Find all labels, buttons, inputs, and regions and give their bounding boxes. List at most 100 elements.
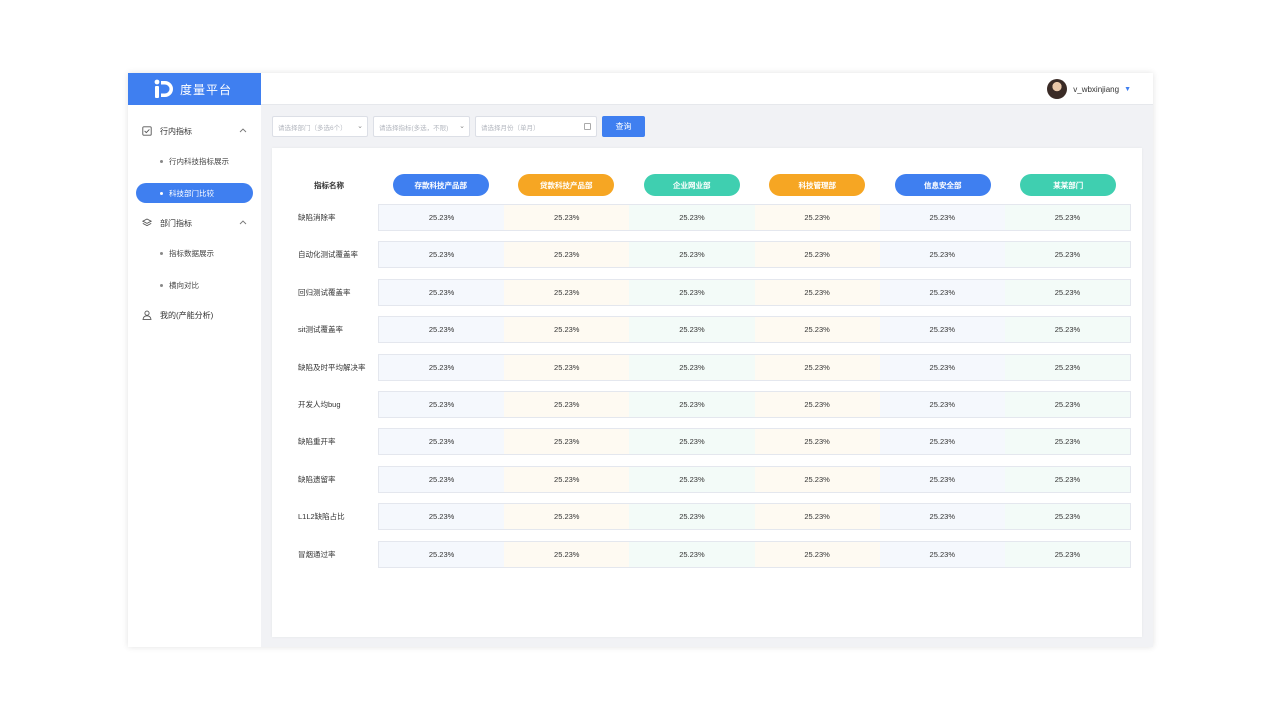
sidebar-item-inbank-tech-display[interactable]: 行内科技指标展示	[128, 145, 261, 177]
sidebar: 行内指标 行内科技指标展示 科技部门比较 部门指标 指标数据展示 横向对比 我的…	[128, 105, 261, 647]
nav-group-dept-indicators[interactable]: 部门指标	[128, 209, 261, 237]
sidebar-item-label: 指标数据展示	[169, 248, 214, 258]
table-row: 25.23% 25.23% 25.23% 25.23% 25.23% 25.23%	[378, 465, 1131, 493]
indicator-row-label: sit测试覆盖率	[298, 325, 343, 335]
indicator-row-label: 开发人均bug	[298, 400, 341, 409]
table-row: 25.23% 25.23% 25.23% 25.23% 25.23% 25.23%	[378, 278, 1131, 306]
sidebar-item-label: 科技部门比较	[169, 188, 214, 198]
query-button[interactable]: 查询	[602, 116, 645, 137]
table-cell: 25.23%	[1004, 504, 1131, 530]
department-header-pill: 存款科技产品部	[392, 174, 489, 196]
sidebar-item-tech-dept-compare[interactable]: 科技部门比较	[128, 177, 261, 209]
table-cell: 25.23%	[629, 392, 755, 417]
chevron-up-icon	[239, 126, 247, 135]
table-cell: 25.23%	[504, 242, 630, 268]
table-cell: 25.23%	[629, 317, 755, 343]
bullet-dot	[160, 191, 163, 195]
table-cell: 25.23%	[1004, 541, 1131, 567]
table-cell: 25.23%	[754, 317, 880, 343]
table-cell: 25.23%	[1004, 317, 1131, 343]
table-cell: 25.23%	[379, 317, 505, 343]
sidebar-item-indicator-data-display[interactable]: 指标数据展示	[128, 237, 261, 269]
user-menu[interactable]: v_wbxinjiang ▼	[1047, 79, 1131, 99]
sidebar-item-label: 行内科技指标展示	[169, 156, 229, 166]
nav-group-inbank-indicators[interactable]: 行内指标	[128, 117, 261, 145]
table-cell: 25.23%	[504, 504, 630, 530]
table-cell: 25.23%	[629, 504, 755, 530]
chevron-up-icon	[239, 218, 247, 227]
table-row: 25.23% 25.23% 25.23% 25.23% 25.23% 25.23%	[378, 241, 1131, 269]
table-cell: 25.23%	[879, 429, 1005, 455]
calendar-icon	[584, 123, 591, 130]
indicator-placeholder: 请选择指标(多选，不限)	[379, 124, 449, 132]
table-cell: 25.23%	[754, 279, 880, 305]
table-cell: 25.23%	[1004, 466, 1131, 492]
indicator-name-header: 指标名称	[314, 181, 344, 190]
indicator-row-label: 回归测试覆盖率	[298, 287, 351, 297]
indicator-row-label: 自动化测试覆盖率	[298, 250, 358, 260]
table-cell: 25.23%	[379, 205, 505, 230]
indicator-row-label: 缺陷及时平均解决率	[298, 362, 366, 372]
department-header-pill: 科技管理部	[769, 174, 866, 196]
sidebar-item-horizontal-compare[interactable]: 横向对比	[128, 269, 261, 301]
table-cell: 25.23%	[379, 504, 505, 530]
table-cell: 25.23%	[879, 205, 1005, 230]
table-cell: 25.23%	[1004, 429, 1131, 455]
bullet-dot	[160, 283, 163, 287]
table-row: 25.23% 25.23% 25.23% 25.23% 25.23% 25.23%	[378, 503, 1131, 531]
table-cell: 25.23%	[629, 279, 755, 305]
nav-group-label: 我的(产能分析)	[160, 310, 214, 320]
table-cell: 25.23%	[754, 541, 880, 567]
table-cell: 25.23%	[504, 541, 630, 567]
department-header-pill: 企业网业部	[643, 174, 740, 196]
table-cell: 25.23%	[1004, 354, 1131, 380]
table-cell: 25.23%	[1004, 242, 1131, 268]
table-cell: 25.23%	[1004, 392, 1131, 417]
sidebar-item-label: 横向对比	[169, 280, 199, 290]
table-cell: 25.23%	[879, 279, 1005, 305]
filter-bar: 请选择部门（多选6个） ⌄ 请选择指标(多选，不限) ⌄ 请选择月份（单月） 查…	[272, 116, 645, 137]
table-cell: 25.23%	[754, 205, 880, 230]
top-bar: v_wbxinjiang ▼	[261, 73, 1153, 105]
table-cell: 25.23%	[379, 354, 505, 380]
month-picker[interactable]: 请选择月份（单月）	[475, 116, 597, 137]
table-cell: 25.23%	[629, 429, 755, 455]
indicator-row-label: L1L2缺陷占比	[298, 512, 345, 522]
table-cell: 25.23%	[379, 392, 505, 417]
table-row: 25.23% 25.23% 25.23% 25.23% 25.23% 25.23%	[378, 391, 1131, 418]
table-cell: 25.23%	[879, 354, 1005, 380]
avatar	[1047, 79, 1068, 99]
bullet-dot	[160, 159, 163, 163]
indicator-select[interactable]: 请选择指标(多选，不限) ⌄	[373, 116, 470, 137]
table-row: 25.23% 25.23% 25.23% 25.23% 25.23% 25.23%	[378, 353, 1131, 381]
logo[interactable]: 度量平台	[128, 73, 261, 105]
table-cell: 25.23%	[504, 279, 630, 305]
table-cell: 25.23%	[379, 541, 505, 567]
table-row: 25.23% 25.23% 25.23% 25.23% 25.23% 25.23%	[378, 204, 1131, 231]
layers-icon	[142, 218, 152, 228]
table-row: 25.23% 25.23% 25.23% 25.23% 25.23% 25.23%	[378, 316, 1131, 344]
caret-down-icon: ▼	[1124, 85, 1131, 93]
table-cell: 25.23%	[629, 354, 755, 380]
table-cell: 25.23%	[754, 429, 880, 455]
table-cell: 25.23%	[504, 354, 630, 380]
table-cell: 25.23%	[754, 392, 880, 417]
table-row: 25.23% 25.23% 25.23% 25.23% 25.23% 25.23%	[378, 428, 1131, 456]
department-header-pill: 贷款科技产品部	[518, 174, 615, 196]
table-cell: 25.23%	[879, 541, 1005, 567]
table-cell: 25.23%	[754, 354, 880, 380]
app-title: 度量平台	[180, 82, 233, 97]
checkbox-icon	[142, 126, 152, 136]
app-window: 度量平台 v_wbxinjiang ▼ 行内指标 行内科技指标展示 科技部门比较	[128, 73, 1153, 647]
indicator-row-label: 缺陷消除率	[298, 213, 336, 222]
table-cell: 25.23%	[879, 242, 1005, 268]
table-cell: 25.23%	[504, 429, 630, 455]
indicator-row-label: 缺陷遗留率	[298, 474, 336, 484]
nav-group-my-capacity[interactable]: 我的(产能分析)	[128, 301, 261, 329]
department-select[interactable]: 请选择部门（多选6个） ⌄	[272, 116, 368, 137]
table-cell: 25.23%	[629, 466, 755, 492]
table-cell: 25.23%	[879, 317, 1005, 343]
table-cell: 25.23%	[754, 504, 880, 530]
department-placeholder: 请选择部门（多选6个）	[278, 124, 347, 132]
user-icon	[142, 310, 152, 320]
